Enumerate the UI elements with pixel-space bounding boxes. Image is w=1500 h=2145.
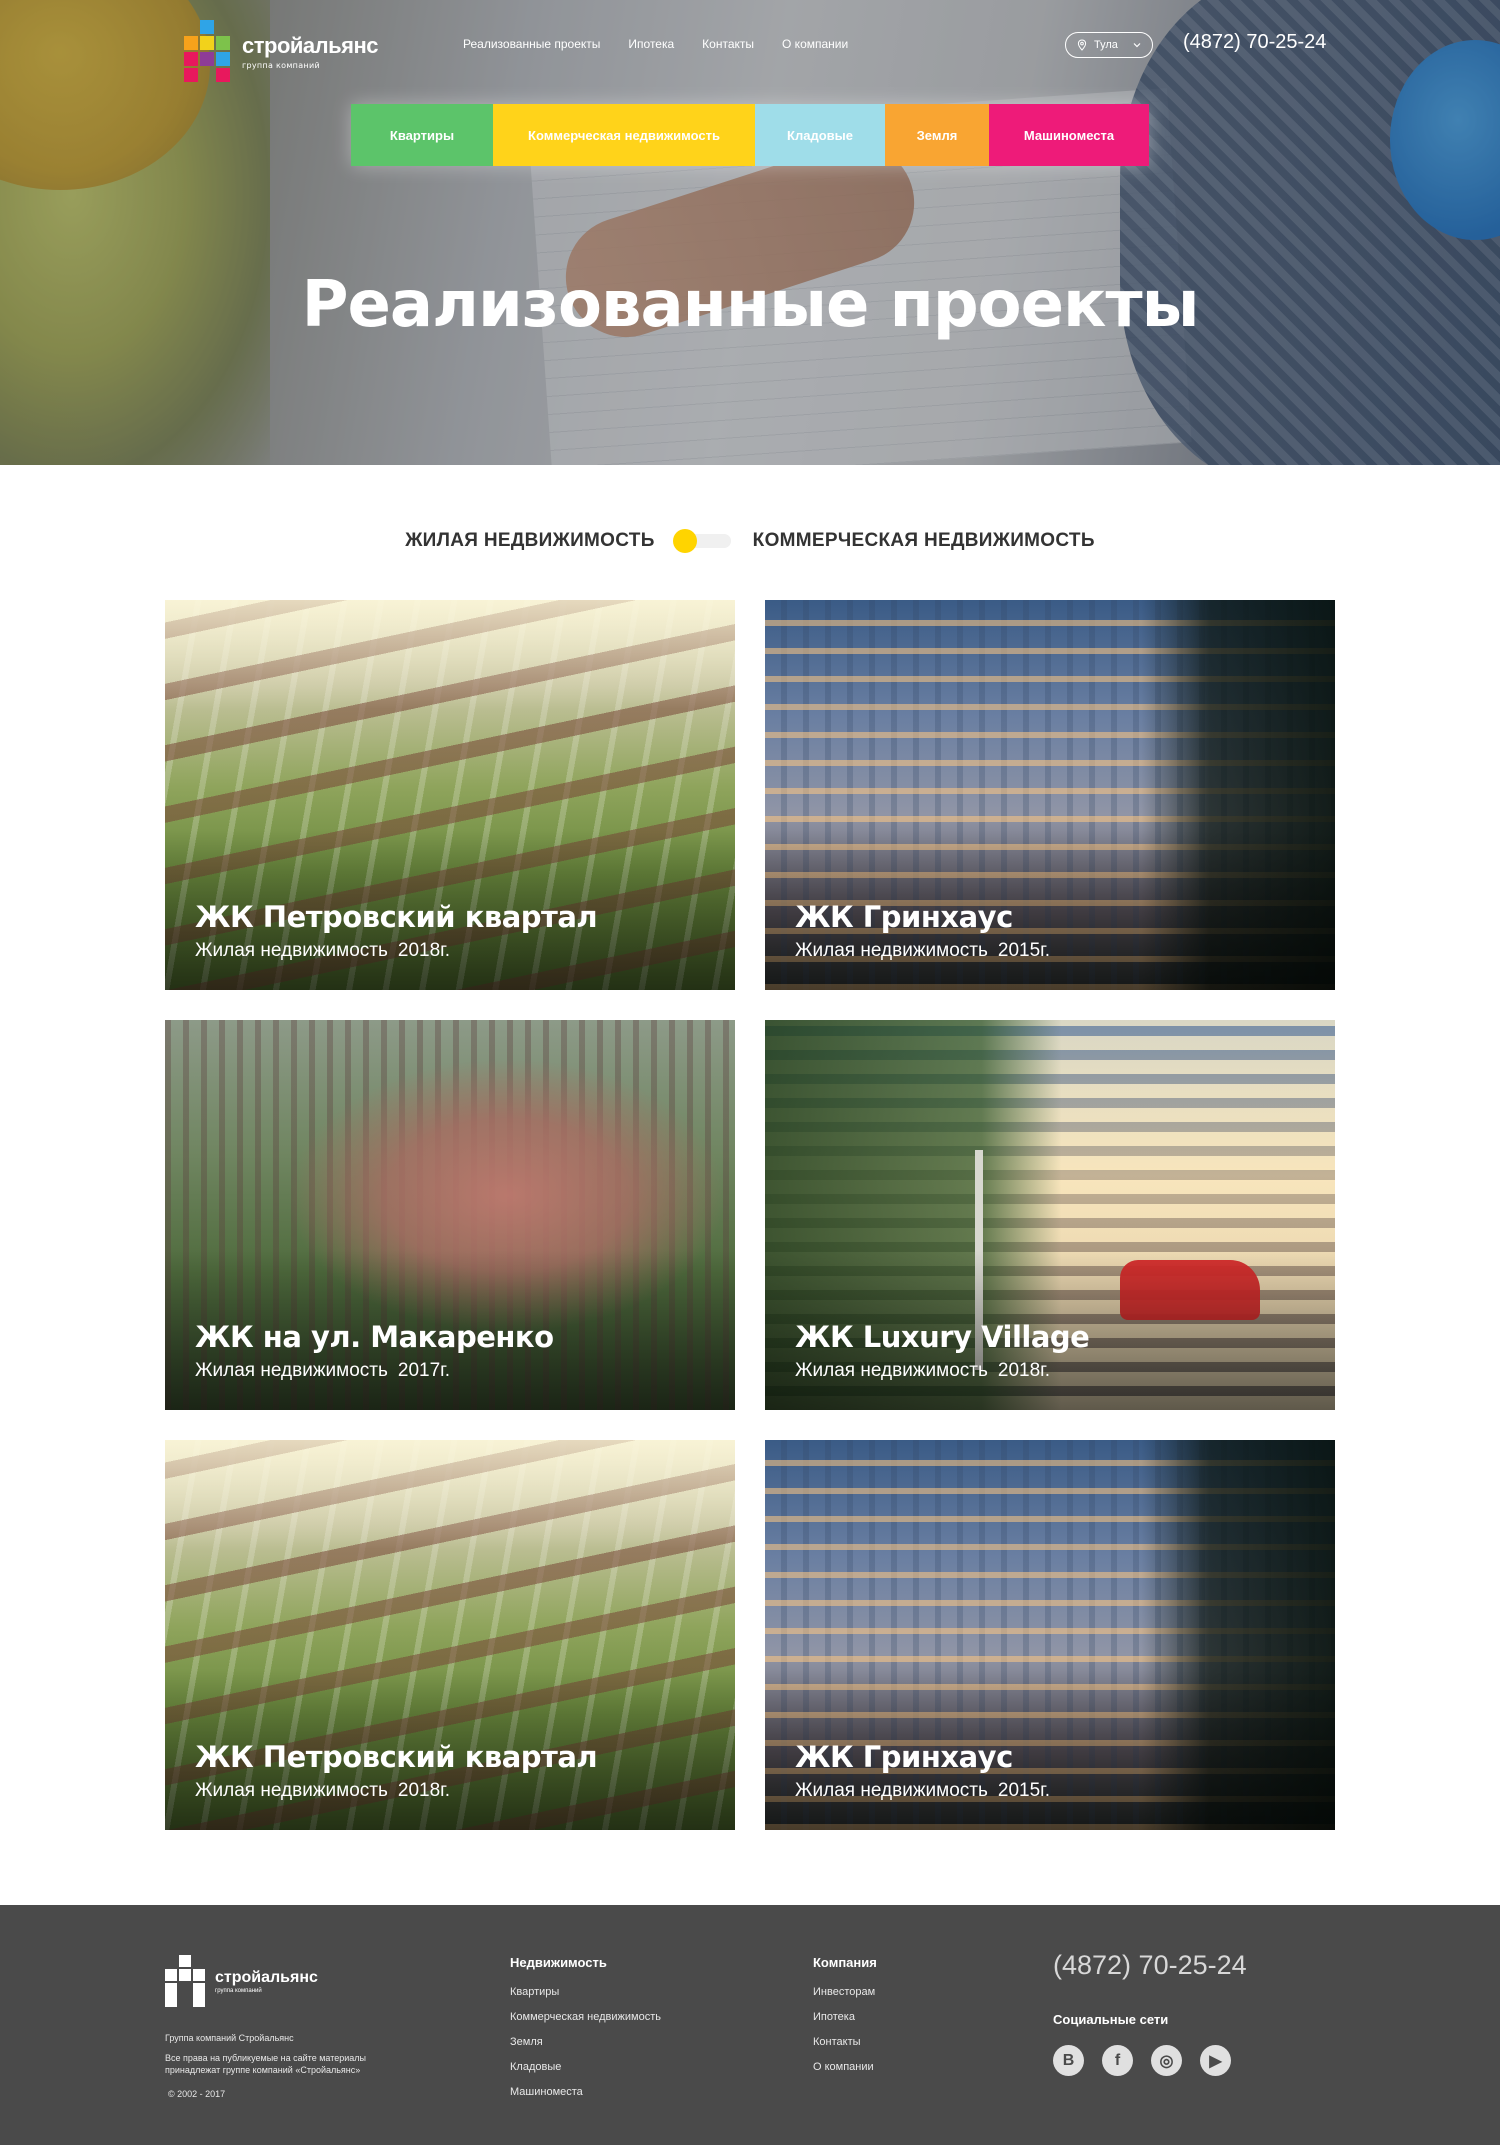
project-card[interactable]: ЖК Luxury Village Жилая недвижимость 2018… <box>765 1020 1335 1410</box>
footer-column-heading: Недвижимость <box>510 1955 607 1970</box>
footer-group-text: Группа компаний Стройальянс <box>165 2033 294 2043</box>
project-year: 2018г. <box>397 1780 451 1801</box>
project-card[interactable]: ЖК Гринхаус Жилая недвижимость 2015г. <box>765 1440 1335 1830</box>
category-tab-land[interactable]: Земля <box>885 104 989 166</box>
footer-column-company: Компания Инвесторам Ипотека Контакты О к… <box>813 1955 877 2086</box>
project-year: 2018г. <box>397 940 451 961</box>
header-phone[interactable]: (4872) 70-25-24 <box>1183 31 1326 54</box>
footer-link-commercial[interactable]: Коммерческая недвижимость <box>510 2011 661 2023</box>
footer-column-realty: Недвижимость Квартиры Коммерческая недви… <box>510 1955 661 2111</box>
project-year: 2015г. <box>997 940 1051 961</box>
chevron-down-icon <box>1133 43 1141 48</box>
logo-subtitle: группа компаний <box>242 60 320 70</box>
city-label: Тула <box>1094 39 1118 51</box>
logo[interactable]: стройальянс группа компаний <box>184 20 379 82</box>
footer-link-storage[interactable]: Кладовые <box>510 2061 661 2073</box>
facebook-icon[interactable]: f <box>1102 2045 1133 2076</box>
property-type-switch[interactable] <box>672 529 731 553</box>
category-tab-commercial[interactable]: Коммерческая недвижимость <box>493 104 755 166</box>
hero-banner: стройальянс группа компаний Реализованны… <box>0 0 1500 465</box>
nav-link-about[interactable]: О компании <box>782 37 848 51</box>
nav-link-mortgage[interactable]: Ипотека <box>628 37 674 51</box>
footer-logo-icon <box>165 1955 205 2007</box>
footer: стройальянс группа компаний Группа компа… <box>0 1905 1500 2145</box>
filter-residential-label[interactable]: ЖИЛАЯ НЕДВИЖИМОСТЬ <box>405 530 654 552</box>
category-tab-storage[interactable]: Кладовые <box>755 104 885 166</box>
footer-link-contacts[interactable]: Контакты <box>813 2036 877 2048</box>
project-year: 2015г. <box>997 1780 1051 1801</box>
footer-link-parking[interactable]: Машиноместа <box>510 2086 661 2098</box>
project-card[interactable]: ЖК Гринхаус Жилая недвижимость 2015г. <box>765 600 1335 990</box>
footer-rights-text: Все права на публикуемые на сайте матери… <box>165 2053 366 2075</box>
project-type: Жилая недвижимость <box>795 1780 988 1801</box>
footer-link-about[interactable]: О компании <box>813 2061 877 2073</box>
footer-link-land[interactable]: Земля <box>510 2036 661 2048</box>
footer-link-mortgage[interactable]: Ипотека <box>813 2011 877 2023</box>
project-title: ЖК Петровский квартал <box>195 900 598 934</box>
social-heading: Социальные сети <box>1053 2012 1169 2027</box>
youtube-icon[interactable]: ▶ <box>1200 2045 1231 2076</box>
project-title: ЖК Luxury Village <box>795 1320 1090 1354</box>
logo-icon <box>184 20 230 82</box>
project-title: ЖК на ул. Макаренко <box>195 1320 554 1354</box>
footer-link-investors[interactable]: Инвесторам <box>813 1986 877 1998</box>
footer-phone[interactable]: (4872) 70-25-24 <box>1053 1950 1247 1981</box>
category-tab-parking[interactable]: Машиноместа <box>989 104 1149 166</box>
project-title: ЖК Гринхаус <box>795 1740 1013 1774</box>
footer-link-apartments[interactable]: Квартиры <box>510 1986 661 1998</box>
footer-logo-subtitle: группа компаний <box>215 1987 262 1994</box>
project-title: ЖК Петровский квартал <box>195 1740 598 1774</box>
project-type: Жилая недвижимость <box>795 1360 988 1381</box>
social-links: В f ◎ ▶ <box>1053 2045 1231 2076</box>
nav-link-contacts[interactable]: Контакты <box>702 37 754 51</box>
top-navigation: Реализованные проекты Ипотека Контакты О… <box>463 37 848 51</box>
category-tab-apartments[interactable]: Квартиры <box>351 104 493 166</box>
project-title: ЖК Гринхаус <box>795 900 1013 934</box>
switch-knob[interactable] <box>672 529 697 553</box>
nav-link-projects[interactable]: Реализованные проекты <box>463 37 600 51</box>
city-selector[interactable]: Тула <box>1065 32 1153 58</box>
location-pin-icon <box>1077 39 1087 51</box>
logo-name: стройальянс <box>242 32 379 58</box>
category-tabs: Квартиры Коммерческая недвижимость Кладо… <box>351 104 1149 166</box>
footer-logo-name: стройальянс <box>215 1968 318 1986</box>
footer-logo[interactable]: стройальянс группа компаний <box>165 1955 318 2007</box>
property-type-filter: ЖИЛАЯ НЕДВИЖИМОСТЬ КОММЕРЧЕСКАЯ НЕДВИЖИМ… <box>0 529 1500 553</box>
instagram-icon[interactable]: ◎ <box>1151 2045 1182 2076</box>
project-type: Жилая недвижимость <box>195 940 388 961</box>
project-card[interactable]: ЖК на ул. Макаренко Жилая недвижимость 20… <box>165 1020 735 1410</box>
project-type: Жилая недвижимость <box>195 1780 388 1801</box>
footer-column-heading: Компания <box>813 1955 877 1970</box>
vk-icon[interactable]: В <box>1053 2045 1084 2076</box>
project-type: Жилая недвижимость <box>795 940 988 961</box>
filter-commercial-label[interactable]: КОММЕРЧЕСКАЯ НЕДВИЖИМОСТЬ <box>753 530 1095 552</box>
footer-copyright: © 2002 - 2017 <box>168 2089 226 2099</box>
projects-grid: ЖК Петровский квартал Жилая недвижимость… <box>165 600 1335 1830</box>
project-card[interactable]: ЖК Петровский квартал Жилая недвижимость… <box>165 1440 735 1830</box>
page-title: Реализованные проекты <box>301 268 1200 342</box>
project-year: 2018г. <box>997 1360 1051 1381</box>
project-card[interactable]: ЖК Петровский квартал Жилая недвижимость… <box>165 600 735 990</box>
project-type: Жилая недвижимость <box>195 1360 388 1381</box>
project-year: 2017г. <box>397 1360 451 1381</box>
